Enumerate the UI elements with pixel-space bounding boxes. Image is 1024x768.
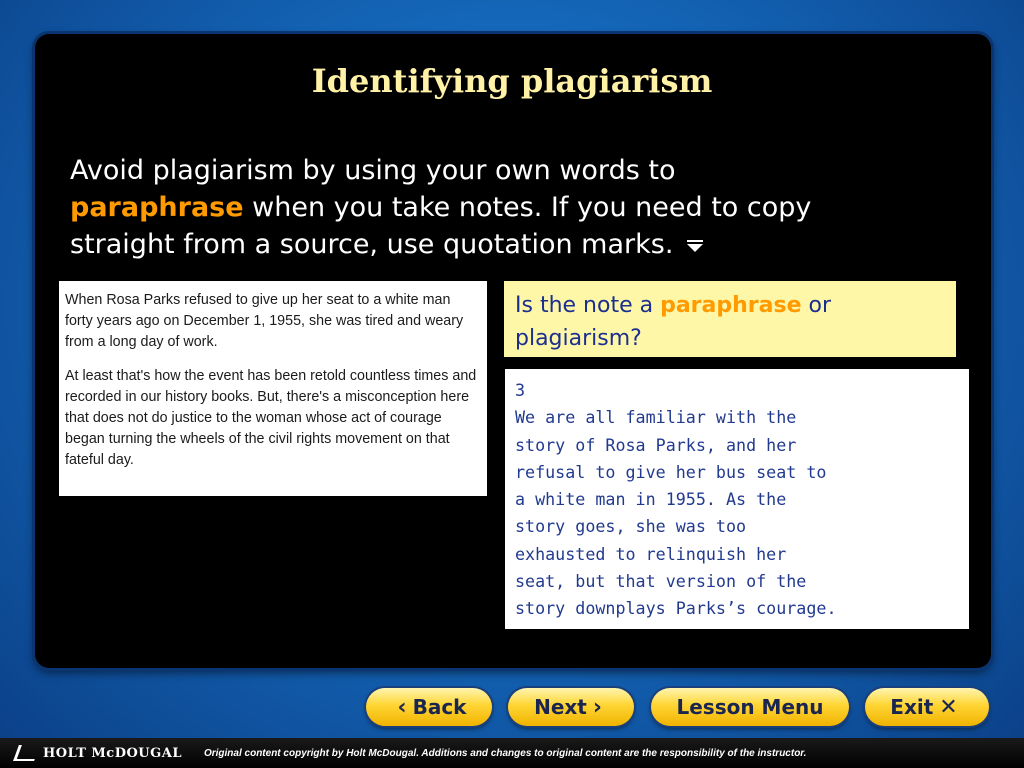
back-button[interactable]: ‹ Back bbox=[366, 688, 492, 726]
student-note: 3 We are all familiar with the story of … bbox=[505, 369, 969, 629]
chevron-right-icon: › bbox=[592, 694, 602, 720]
publisher-logo: HOLT McDOUGAL bbox=[13, 745, 182, 761]
intro-line-2: when you take notes. If you need to copy bbox=[243, 192, 812, 223]
lesson-menu-button[interactable]: Lesson Menu bbox=[651, 688, 849, 726]
publisher-name: HOLT McDOUGAL bbox=[43, 745, 182, 761]
question-prefix: Is the note a bbox=[515, 293, 661, 318]
exit-button[interactable]: Exit ✕ bbox=[865, 688, 989, 726]
arrow-down-icon[interactable] bbox=[687, 239, 704, 252]
footer-bar: HOLT McDOUGAL Original content copyright… bbox=[0, 738, 1024, 768]
source-paragraph-2: At least that's how the event has been r… bbox=[65, 368, 477, 468]
intro-text: Avoid plagiarism by using your own words… bbox=[70, 152, 970, 263]
next-label: Next bbox=[534, 695, 587, 719]
slide-title: Identifying plagiarism bbox=[311, 62, 713, 100]
note-text: We are all familiar with the story of Ro… bbox=[515, 407, 837, 619]
intro-line-3: straight from a source, use quotation ma… bbox=[70, 229, 674, 260]
copyright-notice: Original content copyright by Holt McDou… bbox=[203, 747, 807, 759]
question-keyword: paraphrase bbox=[660, 293, 802, 318]
source-paragraph-1: When Rosa Parks refused to give up her s… bbox=[65, 292, 464, 350]
chevron-left-icon: ‹ bbox=[397, 694, 407, 720]
close-icon: ✕ bbox=[939, 694, 958, 720]
question-box: Is the note a paraphrase or plagiarism? bbox=[504, 281, 956, 357]
intro-line-1: Avoid plagiarism by using your own words… bbox=[70, 155, 676, 186]
next-button[interactable]: Next › bbox=[508, 688, 634, 726]
intro-keyword: paraphrase bbox=[70, 192, 244, 223]
back-label: Back bbox=[412, 695, 467, 719]
holt-logo-icon bbox=[13, 745, 40, 761]
source-excerpt: When Rosa Parks refused to give up her s… bbox=[59, 281, 487, 496]
note-number: 3 bbox=[515, 380, 526, 400]
lesson-menu-label: Lesson Menu bbox=[676, 695, 824, 719]
exit-label: Exit bbox=[890, 695, 934, 719]
